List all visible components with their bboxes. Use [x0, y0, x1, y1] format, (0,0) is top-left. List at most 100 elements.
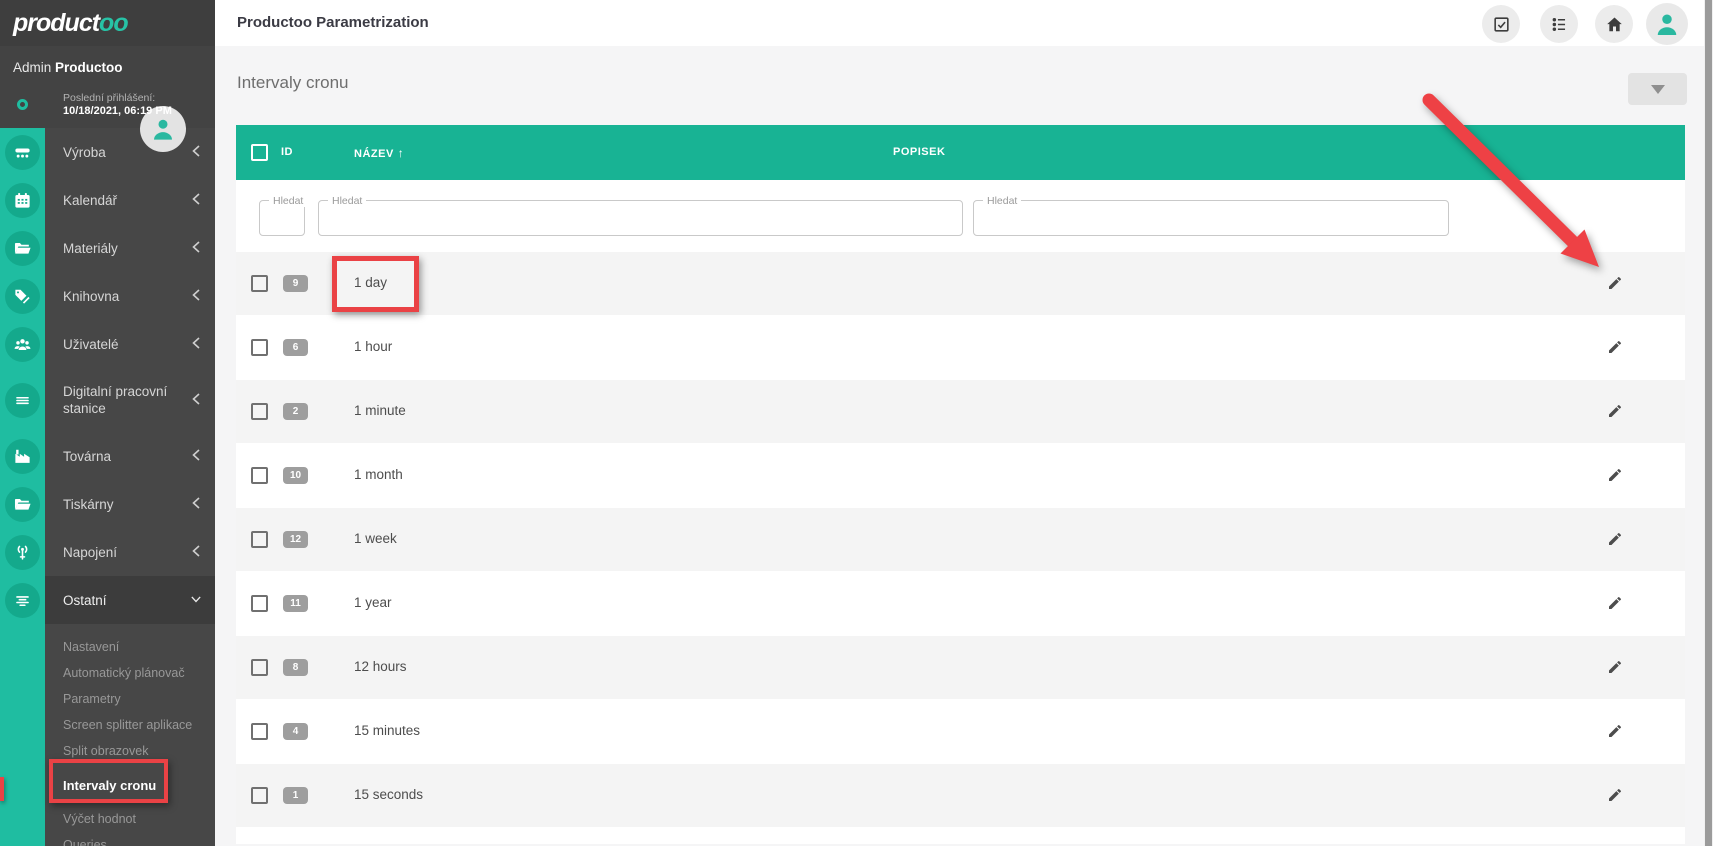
- submenu-item-screen-splitter-aplikace[interactable]: Screen splitter aplikace: [45, 712, 215, 738]
- edit-pencil-icon[interactable]: [1607, 339, 1623, 355]
- filter-button[interactable]: [1628, 73, 1687, 105]
- sidebar-item-kalend-[interactable]: Kalendář: [45, 176, 215, 224]
- logo-bar: productoo: [0, 0, 215, 46]
- profile-avatar-button[interactable]: [1646, 3, 1688, 45]
- align-lines-icon[interactable]: [5, 583, 40, 618]
- row-checkbox[interactable]: [251, 659, 268, 676]
- row-checkbox[interactable]: [251, 339, 268, 356]
- annotation-box-1-day: [332, 256, 419, 312]
- search-field-label: Hledat: [983, 195, 1021, 207]
- search-nazev-input[interactable]: [325, 207, 956, 231]
- edit-pencil-icon[interactable]: [1607, 723, 1623, 739]
- row-checkbox[interactable]: [251, 723, 268, 740]
- cron-intervals-table: ID NÁZEV↑ POPISEK Hledat Hledat Hledat: [236, 125, 1685, 844]
- row-checkbox[interactable]: [251, 275, 268, 292]
- row-id-badge: 8: [283, 659, 308, 676]
- column-header-nazev[interactable]: NÁZEV↑: [354, 146, 404, 160]
- users-icon[interactable]: [5, 327, 40, 362]
- scrollbar-thumb[interactable]: [1705, 0, 1712, 846]
- sidebar-item-digitaln-pracovn-stanice[interactable]: Digitalní pracovní stanice: [45, 368, 215, 432]
- row-id-badge: 12: [283, 531, 308, 548]
- row-name: 1 hour: [354, 339, 392, 354]
- column-header-id[interactable]: ID: [281, 146, 293, 158]
- edit-pencil-icon[interactable]: [1607, 787, 1623, 803]
- productoo-logo[interactable]: productoo: [13, 9, 128, 38]
- edit-pencil-icon[interactable]: [1607, 403, 1623, 419]
- search-popisek-input[interactable]: [980, 207, 1442, 231]
- chevron-left-icon: [191, 241, 201, 256]
- last-login: Poslední přihlášení: 10/18/2021, 06:19 P…: [63, 92, 172, 118]
- lines-icon[interactable]: [5, 383, 40, 418]
- edit-pencil-icon[interactable]: [1607, 659, 1623, 675]
- folder-icon[interactable]: [5, 487, 40, 522]
- row-id-badge: 6: [283, 339, 308, 356]
- edit-pencil-icon[interactable]: [1607, 467, 1623, 483]
- sidebar-item-u-ivatel-[interactable]: Uživatelé: [45, 320, 215, 368]
- sidebar-item-knihovna[interactable]: Knihovna: [45, 272, 215, 320]
- home-button[interactable]: [1595, 5, 1633, 43]
- factory-icon[interactable]: [5, 439, 40, 474]
- chevron-left-icon: [191, 193, 201, 208]
- tags-icon[interactable]: [5, 279, 40, 314]
- row-checkbox[interactable]: [251, 531, 268, 548]
- edit-pencil-icon[interactable]: [1607, 275, 1623, 291]
- submenu-item-v-et-hodnot[interactable]: Výčet hodnot: [45, 806, 215, 832]
- row-id-badge: 1: [283, 787, 308, 804]
- sidebar-item-label: Výroba: [63, 145, 191, 160]
- sidebar: productoo Admin Productoo Poslední přihl…: [0, 0, 215, 846]
- chevron-left-icon: [191, 392, 201, 409]
- sidebar-item-v-roba[interactable]: Výroba: [45, 128, 215, 176]
- submenu-item-parametry[interactable]: Parametry: [45, 686, 215, 712]
- user-name: Admin Productoo: [13, 60, 123, 75]
- annotation-box-sidebar-intervaly-cronu: [49, 759, 168, 803]
- row-name: 1 week: [354, 531, 397, 546]
- row-id-badge: 2: [283, 403, 308, 420]
- row-checkbox[interactable]: [251, 467, 268, 484]
- chevron-down-icon: [191, 593, 201, 608]
- submenu-item-queries[interactable]: Queries: [45, 832, 215, 846]
- chevron-left-icon: [191, 497, 201, 512]
- row-name: 1 year: [354, 595, 392, 610]
- sidebar-item-label: Uživatelé: [63, 337, 191, 352]
- vertical-scrollbar[interactable]: [1704, 0, 1713, 846]
- table-row[interactable]: 9 1 day: [236, 252, 1685, 315]
- table-row[interactable]: 1 15 seconds: [236, 764, 1685, 827]
- row-checkbox[interactable]: [251, 595, 268, 612]
- calendar-icon[interactable]: [5, 183, 40, 218]
- folder-icon[interactable]: [5, 231, 40, 266]
- table-row[interactable]: 10 1 month: [236, 444, 1685, 507]
- conveyor-icon[interactable]: [5, 135, 40, 170]
- table-row[interactable]: 6 1 hour: [236, 316, 1685, 379]
- submenu-item-automatick-pl-nova-[interactable]: Automatický plánovač: [45, 660, 215, 686]
- main-content: Intervaly cronu ID NÁZEV↑ POPISEK Hledat…: [215, 46, 1713, 846]
- table-row[interactable]: 4 15 minutes: [236, 700, 1685, 763]
- filter-caret-icon: [1651, 85, 1665, 94]
- table-row[interactable]: 11 1 year: [236, 572, 1685, 635]
- column-header-popisek[interactable]: POPISEK: [893, 146, 945, 158]
- edit-pencil-icon[interactable]: [1607, 595, 1623, 611]
- icon-rail: [0, 128, 45, 846]
- row-checkbox[interactable]: [251, 787, 268, 804]
- sidebar-item-ostatn-[interactable]: Ostatní: [45, 576, 215, 624]
- sidebar-item-tisk-rny[interactable]: Tiskárny: [45, 480, 215, 528]
- home-icon: [1605, 15, 1624, 34]
- row-name: 15 minutes: [354, 723, 420, 738]
- search-field-nazev: Hledat: [318, 200, 963, 236]
- edit-pencil-icon[interactable]: [1607, 531, 1623, 547]
- sidebar-item-label: Digitalní pracovní stanice: [63, 383, 191, 417]
- header-title: Productoo Parametrization: [237, 14, 429, 31]
- sidebar-item-tov-rna[interactable]: Továrna: [45, 432, 215, 480]
- submenu-item-nastaven-[interactable]: Nastavení: [45, 634, 215, 660]
- table-row[interactable]: 8 12 hours: [236, 636, 1685, 699]
- table-row[interactable]: 2 1 minute: [236, 380, 1685, 443]
- row-name: 12 hours: [354, 659, 407, 674]
- table-row[interactable]: 12 1 week: [236, 508, 1685, 571]
- row-checkbox[interactable]: [251, 403, 268, 420]
- antenna-icon[interactable]: [5, 535, 40, 570]
- sidebar-item-materi-ly[interactable]: Materiály: [45, 224, 215, 272]
- select-all-checkbox[interactable]: [251, 144, 268, 161]
- sidebar-item-napojen-[interactable]: Napojení: [45, 528, 215, 576]
- list-button[interactable]: [1540, 5, 1578, 43]
- tasks-button[interactable]: [1482, 5, 1520, 43]
- search-id-input[interactable]: [266, 207, 298, 231]
